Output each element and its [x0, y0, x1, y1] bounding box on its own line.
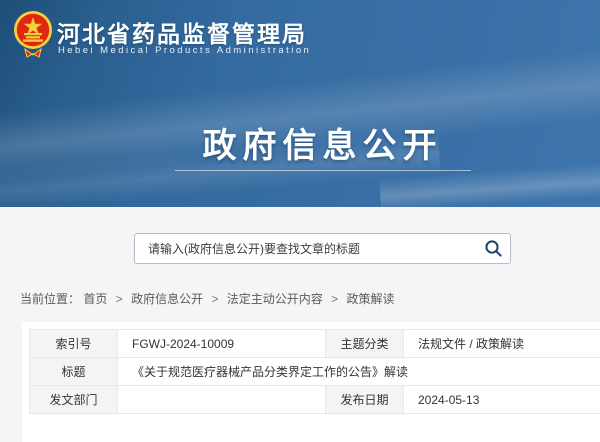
topic-category-label: 主题分类	[326, 330, 404, 358]
page: 河北省药品监督管理局 Hebei Medical Products Admini…	[0, 0, 600, 400]
hero-banner: 河北省药品监督管理局 Hebei Medical Products Admini…	[0, 0, 600, 207]
site-title: 河北省药品监督管理局	[57, 15, 307, 49]
search-icon	[484, 239, 503, 258]
document-info-table: 索引号 FGWJ-2024-10009 主题分类 法规文件 / 政策解读 标题 …	[29, 329, 600, 414]
doc-title-value: 《关于规范医疗器械产品分类界定工作的公告》解读	[118, 358, 600, 386]
title-underline	[175, 170, 471, 171]
index-number-label: 索引号	[30, 330, 118, 358]
topic-category-value: 法规文件 / 政策解读	[404, 330, 600, 358]
search-bar	[134, 233, 511, 264]
breadcrumb-link-statutory-disclosure[interactable]: 法定主动公开内容	[227, 292, 323, 306]
site-header: 河北省药品监督管理局 Hebei Medical Products Admini…	[0, 0, 600, 85]
index-number-value: FGWJ-2024-10009	[118, 330, 326, 358]
breadcrumb: 当前位置： 首页 > 政府信息公开 > 法定主动公开内容 > 政策解读	[20, 290, 395, 307]
document-info-card: 索引号 FGWJ-2024-10009 主题分类 法规文件 / 政策解读 标题 …	[22, 322, 600, 442]
table-row: 索引号 FGWJ-2024-10009 主题分类 法规文件 / 政策解读	[30, 330, 600, 358]
table-row: 标题 《关于规范医疗器械产品分类界定工作的公告》解读	[30, 358, 600, 386]
search-input[interactable]	[135, 234, 476, 263]
breadcrumb-separator: >	[331, 292, 338, 306]
breadcrumb-link-gov-info[interactable]: 政府信息公开	[131, 292, 203, 306]
breadcrumb-link-policy-interpretation[interactable]: 政策解读	[347, 292, 395, 306]
breadcrumb-link-home[interactable]: 首页	[83, 292, 107, 306]
breadcrumb-separator: >	[211, 292, 218, 306]
search-button[interactable]	[476, 234, 510, 263]
breadcrumb-prefix: 当前位置：	[20, 292, 80, 306]
breadcrumb-separator: >	[116, 292, 123, 306]
page-title: 政府信息公开	[0, 118, 600, 167]
national-emblem-icon	[13, 9, 53, 59]
doc-title-label: 标题	[30, 358, 118, 386]
site-subtitle-en: Hebei Medical Products Administration	[58, 45, 311, 56]
